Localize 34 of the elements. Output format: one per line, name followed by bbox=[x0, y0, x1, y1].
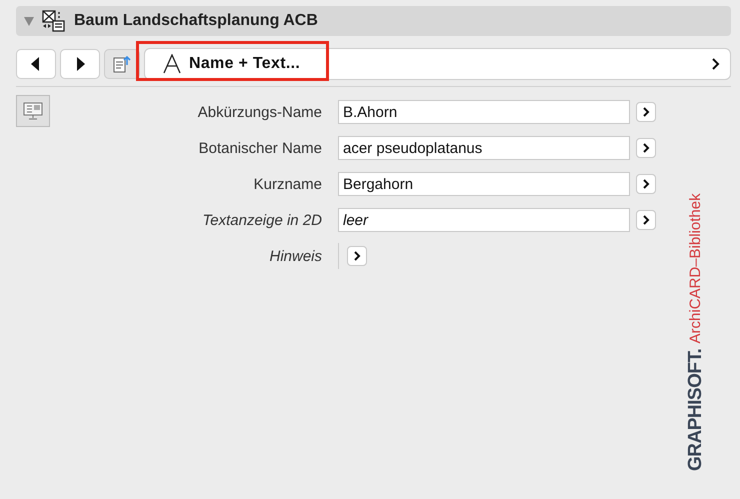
page-dropdown[interactable]: Name + Text... bbox=[144, 48, 731, 80]
document-arrow-icon bbox=[112, 54, 132, 74]
text-field[interactable]: leer bbox=[338, 208, 630, 232]
chevron-right-icon bbox=[642, 143, 650, 153]
field-label: Kurzname bbox=[252, 176, 323, 192]
field-label: Textanzeige in 2D bbox=[201, 212, 323, 228]
chevron-right-icon bbox=[354, 251, 360, 261]
left-triangle-icon bbox=[31, 57, 41, 71]
page-list-button[interactable] bbox=[104, 49, 140, 79]
next-button[interactable] bbox=[60, 49, 100, 79]
field-label: Hinweis bbox=[268, 248, 323, 264]
letter-a-icon bbox=[163, 54, 181, 74]
expand-button[interactable] bbox=[636, 174, 656, 194]
expand-button[interactable] bbox=[636, 210, 656, 230]
chevron-right-icon bbox=[642, 107, 650, 117]
logo-text: GRAPHISOFT. ArchiCARD–Bibliothek bbox=[685, 192, 707, 471]
previous-button[interactable] bbox=[16, 49, 56, 79]
chevron-right-icon bbox=[642, 179, 650, 189]
field-label: Abkürzungs-Name bbox=[196, 104, 323, 120]
panel-title: Baum Landschaftsplanung ACB bbox=[74, 12, 318, 30]
preview-button[interactable] bbox=[16, 95, 50, 127]
expand-button[interactable] bbox=[347, 246, 367, 266]
right-triangle-icon bbox=[75, 57, 85, 71]
expand-button[interactable] bbox=[636, 102, 656, 122]
object-settings-icon bbox=[42, 10, 66, 32]
text-field[interactable]: B.Ahorn bbox=[338, 100, 630, 124]
monitor-icon bbox=[22, 101, 44, 121]
text-field[interactable]: acer pseudoplatanus bbox=[338, 136, 630, 160]
field-label: Botanischer Name bbox=[198, 140, 323, 156]
chevron-right-icon bbox=[712, 58, 720, 70]
panel-header[interactable]: Baum Landschaftsplanung ACB bbox=[16, 6, 731, 36]
chevron-right-icon bbox=[642, 215, 650, 225]
text-field[interactable]: Bergahorn bbox=[338, 172, 630, 196]
expand-button[interactable] bbox=[636, 138, 656, 158]
